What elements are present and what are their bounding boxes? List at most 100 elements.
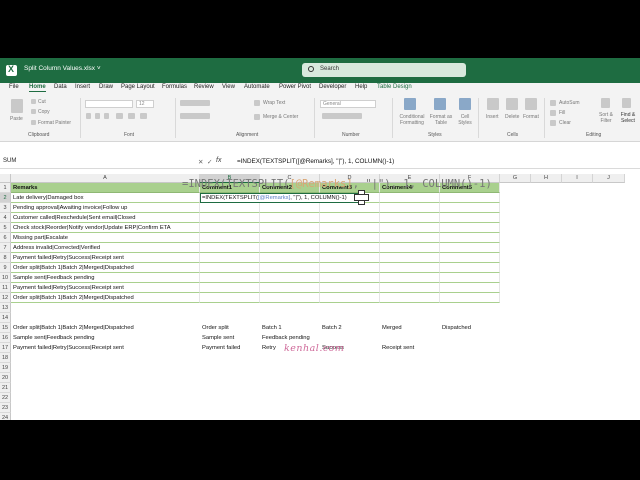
table-cell-empty[interactable] <box>320 253 380 263</box>
select-all-corner[interactable] <box>0 174 11 183</box>
cut-button[interactable]: Cut <box>38 99 46 105</box>
horizontal-align-icons[interactable] <box>180 113 210 119</box>
table-cell-empty[interactable] <box>320 233 380 243</box>
row-header-6[interactable]: 6 <box>0 233 11 243</box>
output-cell[interactable]: Merged <box>380 323 440 333</box>
row-header-4[interactable]: 4 <box>0 213 11 223</box>
row-header-5[interactable]: 5 <box>0 223 11 233</box>
table-cell-empty[interactable] <box>380 203 440 213</box>
file-name[interactable]: Split Column Values.xlsx ˅ <box>24 65 101 72</box>
table-cell-empty[interactable] <box>380 193 440 203</box>
tab-developer[interactable]: Developer <box>319 84 346 90</box>
font-family-dropdown[interactable] <box>85 100 133 108</box>
tab-page-layout[interactable]: Page Layout <box>121 84 155 90</box>
font-size-dropdown[interactable]: 12 <box>136 100 154 108</box>
font-color-icon[interactable] <box>140 113 147 119</box>
table-cell-empty[interactable] <box>380 273 440 283</box>
tab-draw[interactable]: Draw <box>99 84 113 90</box>
find-select-button[interactable]: Find & Select <box>617 112 639 124</box>
table-cell-empty[interactable] <box>380 223 440 233</box>
row-header-24[interactable]: 24 <box>0 413 11 420</box>
format-painter-button[interactable]: Format Painter <box>38 120 71 126</box>
fill-color-icon[interactable] <box>128 113 135 119</box>
row-header-22[interactable]: 22 <box>0 393 11 403</box>
vertical-align-icons[interactable] <box>180 100 210 106</box>
row-header-20[interactable]: 20 <box>0 373 11 383</box>
output-cell[interactable]: Sample sent|Feedback pending <box>11 333 200 343</box>
table-cell-remarks[interactable]: Customer called|Reschedule|Sent email|Cl… <box>11 213 200 223</box>
table-cell-empty[interactable] <box>320 203 380 213</box>
output-cell[interactable]: Payment failed|Retry|Success|Receipt sen… <box>11 343 200 353</box>
table-cell-empty[interactable] <box>440 243 500 253</box>
row-header-23[interactable]: 23 <box>0 403 11 413</box>
table-cell-empty[interactable] <box>380 263 440 273</box>
table-cell-empty[interactable] <box>200 253 260 263</box>
italic-icon[interactable] <box>95 113 100 119</box>
table-cell-empty[interactable] <box>380 253 440 263</box>
clear-button[interactable]: Clear <box>559 120 571 126</box>
table-cell-empty[interactable] <box>260 283 320 293</box>
underline-icon[interactable] <box>104 113 109 119</box>
tab-view[interactable]: View <box>222 84 235 90</box>
copy-button[interactable]: Copy <box>38 109 50 115</box>
tab-file[interactable]: File <box>9 84 19 90</box>
table-cell-empty[interactable] <box>440 273 500 283</box>
output-cell[interactable]: Batch 1 <box>260 323 320 333</box>
tab-review[interactable]: Review <box>194 84 214 90</box>
table-cell-empty[interactable] <box>440 293 500 303</box>
table-cell-empty[interactable] <box>440 223 500 233</box>
table-cell-empty[interactable] <box>260 203 320 213</box>
table-cell-empty[interactable] <box>200 233 260 243</box>
table-cell-remarks[interactable]: Address invalid|Corrected|Verified <box>11 243 200 253</box>
column-header-h[interactable]: H <box>531 174 562 183</box>
worksheet-grid[interactable]: A B C D E F G H I J 1 2 3 4 5 6 7 8 9 10 11 12 13 14 15 16 17 18 19 2… <box>0 174 640 420</box>
row-header-1[interactable]: 1 <box>0 183 11 193</box>
table-cell-remarks[interactable]: Pending approval|Awaiting invoice|Follow… <box>11 203 200 213</box>
row-header-11[interactable]: 11 <box>0 283 11 293</box>
table-cell-empty[interactable] <box>380 233 440 243</box>
table-cell-empty[interactable] <box>200 243 260 253</box>
name-box[interactable]: SUM <box>3 158 173 167</box>
table-cell-empty[interactable] <box>320 223 380 233</box>
table-cell-empty[interactable] <box>320 293 380 303</box>
output-cell[interactable]: Feedback pending <box>260 333 320 343</box>
table-cell-empty[interactable] <box>200 223 260 233</box>
table-cell-empty[interactable] <box>320 243 380 253</box>
table-cell-remarks[interactable]: Order split|Batch 1|Batch 2|Merged|Dispa… <box>11 263 200 273</box>
tab-help[interactable]: Help <box>355 84 367 90</box>
table-cell-empty[interactable] <box>380 283 440 293</box>
row-header-10[interactable]: 10 <box>0 273 11 283</box>
row-header-12[interactable]: 12 <box>0 293 11 303</box>
row-header-17[interactable]: 17 <box>0 343 11 353</box>
table-cell-empty[interactable] <box>440 203 500 213</box>
table-cell-remarks[interactable]: Sample sent|Feedback pending <box>11 273 200 283</box>
search-box[interactable]: Search <box>302 63 466 77</box>
output-cell[interactable]: Order split <box>200 323 260 333</box>
table-cell-empty[interactable] <box>380 293 440 303</box>
column-header-a[interactable]: A <box>11 174 200 183</box>
table-cell-empty[interactable] <box>320 213 380 223</box>
table-cell-empty[interactable] <box>260 243 320 253</box>
row-header-2[interactable]: 2 <box>0 193 11 203</box>
column-header-i[interactable]: I <box>562 174 593 183</box>
table-cell-empty[interactable] <box>260 293 320 303</box>
table-cell-empty[interactable] <box>200 293 260 303</box>
row-header-18[interactable]: 18 <box>0 353 11 363</box>
table-cell-empty[interactable] <box>320 263 380 273</box>
fill-button[interactable]: Fill <box>559 110 565 116</box>
tab-home[interactable]: Home <box>29 84 46 92</box>
output-cell[interactable] <box>440 333 500 343</box>
output-cell[interactable] <box>380 333 440 343</box>
table-cell-remarks[interactable]: Payment failed|Retry|Success|Receipt sen… <box>11 283 200 293</box>
table-cell-empty[interactable] <box>440 193 500 203</box>
cell-styles-button[interactable]: Cell Styles <box>456 114 474 126</box>
table-cell-empty[interactable] <box>440 263 500 273</box>
table-cell-empty[interactable] <box>440 253 500 263</box>
table-cell-remarks[interactable]: Payment failed|Retry|Success|Receipt sen… <box>11 253 200 263</box>
format-as-table-button[interactable]: Format as Table <box>428 114 454 126</box>
table-cell-empty[interactable] <box>260 263 320 273</box>
output-cell[interactable]: Order split|Batch 1|Batch 2|Merged|Dispa… <box>11 323 200 333</box>
table-cell-empty[interactable] <box>200 273 260 283</box>
row-header-16[interactable]: 16 <box>0 333 11 343</box>
output-cell[interactable]: Sample sent <box>200 333 260 343</box>
